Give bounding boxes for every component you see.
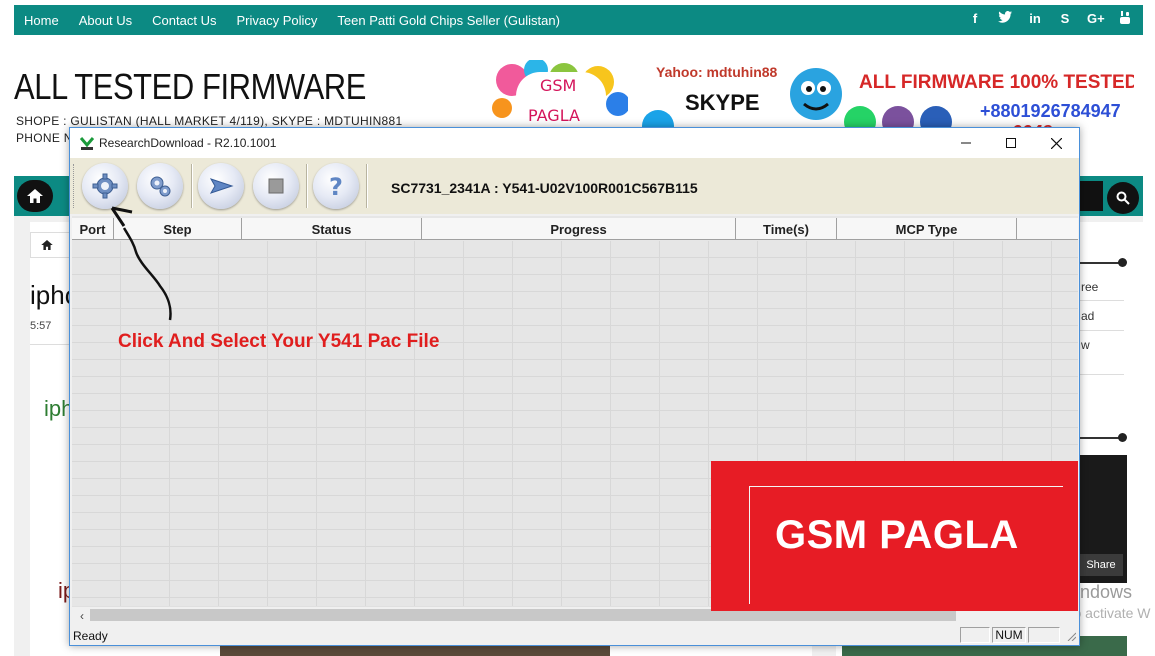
skype-icon[interactable]: S	[1057, 11, 1073, 28]
search-button[interactable]	[1107, 182, 1139, 214]
scroll-left-icon[interactable]: ‹	[74, 607, 90, 624]
toolbar-separator	[306, 164, 308, 208]
column-port[interactable]: Port	[72, 218, 114, 240]
messenger-icons	[844, 106, 952, 128]
toolbar-grip	[73, 164, 76, 208]
status-panel-caps	[960, 627, 990, 643]
column-status[interactable]: Status	[242, 218, 422, 240]
column-progress[interactable]: Progress	[422, 218, 736, 240]
sidebar-divider	[1080, 374, 1124, 375]
instruction-annotation: Click And Select Your Y541 Pac File	[118, 331, 440, 352]
resize-grip-icon[interactable]	[1066, 631, 1076, 641]
breadcrumb[interactable]	[30, 232, 72, 258]
home-icon	[27, 189, 43, 203]
status-panel-scroll	[1028, 627, 1060, 643]
social-links: f in S G+	[967, 11, 1133, 28]
banner-pagla: PAGLA	[528, 106, 580, 125]
sidebar-item-2[interactable]: ad	[1081, 309, 1094, 323]
gear-icon	[92, 173, 118, 199]
windows-activation-title: ndows	[1080, 582, 1133, 602]
svg-text:?: ?	[329, 173, 343, 201]
sidebar-heading-dot	[1118, 258, 1127, 267]
close-button[interactable]	[1033, 128, 1079, 158]
site-shop-info: SHOPE : GULISTAN (HALL MARKET 4/119), SK…	[16, 114, 403, 128]
help-icon: ?	[329, 173, 343, 201]
nav-home[interactable]: Home	[24, 13, 59, 28]
status-ready: Ready	[73, 629, 108, 643]
screenshot: Home About Us Contact Us Privacy Policy …	[0, 0, 1155, 656]
search-icon	[1116, 191, 1130, 205]
list-header: Port Step Status Progress Time(s) MCP Ty…	[72, 218, 1078, 240]
top-navigation: Home About Us Contact Us Privacy Policy …	[14, 5, 1143, 35]
sidebar-divider	[1080, 300, 1124, 301]
minimize-button[interactable]	[943, 128, 989, 158]
firmware-label: SC7731_2341A : Y541-U02V100R001C567B115	[391, 180, 698, 196]
post-date: 5:57	[30, 320, 52, 332]
column-empty	[1017, 218, 1078, 240]
sidebar-item-1[interactable]: ree	[1081, 280, 1098, 294]
search-field-edge[interactable]	[1079, 181, 1103, 211]
stop-downloading-button[interactable]	[253, 163, 299, 209]
status-bar: Ready NUM	[70, 625, 1079, 645]
linkedin-icon[interactable]: in	[1027, 11, 1043, 28]
breadcrumb-home-icon	[41, 240, 53, 250]
close-icon	[1050, 137, 1062, 149]
toolbar-separator	[191, 164, 193, 208]
watermark-text: GSM PAGLA	[775, 513, 1019, 557]
youtube-icon[interactable]	[1117, 11, 1133, 28]
google-plus-icon[interactable]: G+	[1087, 11, 1105, 28]
sidebar-item-3[interactable]: w	[1081, 338, 1090, 352]
banner-phone-1: +8801926784947	[980, 101, 1121, 121]
minimize-icon	[961, 142, 971, 144]
window-title: ResearchDownload - R2.10.1001	[99, 136, 277, 150]
hand-drawn-arrow	[110, 206, 172, 321]
twitter-icon[interactable]	[997, 11, 1013, 28]
banner-yahoo: Yahoo: mdtuhin88	[656, 64, 778, 80]
banner-skype: SKYPE	[685, 90, 760, 115]
toolbar: ? SC7731_2341A : Y541-U02V100R001C567B11…	[70, 158, 1079, 214]
maximize-icon	[1006, 138, 1016, 148]
skype-logo-icon	[642, 110, 674, 128]
sidebar-divider	[1080, 330, 1124, 331]
sidebar-heading-dot	[1118, 433, 1127, 442]
banner-gsm: GSM	[540, 76, 577, 95]
site-phone-info: PHONE N	[16, 131, 73, 145]
site-title[interactable]: ALL TESTED FIRMWARE	[14, 66, 366, 108]
column-mcp-type[interactable]: MCP Type	[837, 218, 1017, 240]
status-panel-num: NUM	[992, 627, 1026, 643]
toolbar-separator	[366, 164, 368, 208]
stop-icon	[268, 178, 284, 194]
nav-chips-seller[interactable]: Teen Patti Gold Chips Seller (Gulistan)	[337, 13, 560, 28]
header-banner[interactable]: GSM PAGLA Yahoo: mdtuhin88 SKYPE ALL FIR…	[478, 58, 1134, 128]
nav-privacy-policy[interactable]: Privacy Policy	[236, 13, 317, 28]
gears-icon	[150, 176, 171, 197]
nav-about-us[interactable]: About Us	[79, 13, 132, 28]
column-time[interactable]: Time(s)	[736, 218, 837, 240]
app-icon	[79, 137, 95, 150]
play-arrow-icon	[209, 178, 234, 194]
facebook-icon[interactable]: f	[967, 11, 983, 28]
maximize-button[interactable]	[988, 128, 1034, 158]
share-button[interactable]: Share	[1079, 554, 1123, 576]
start-downloading-button[interactable]	[198, 163, 244, 209]
nav-contact-us[interactable]: Contact Us	[152, 13, 216, 28]
help-button[interactable]: ?	[313, 163, 359, 209]
window-titlebar[interactable]: ResearchDownload - R2.10.1001	[70, 128, 1079, 158]
home-button[interactable]	[17, 180, 53, 212]
banner-all-firmware: ALL FIRMWARE 100% TESTED	[859, 72, 1134, 93]
